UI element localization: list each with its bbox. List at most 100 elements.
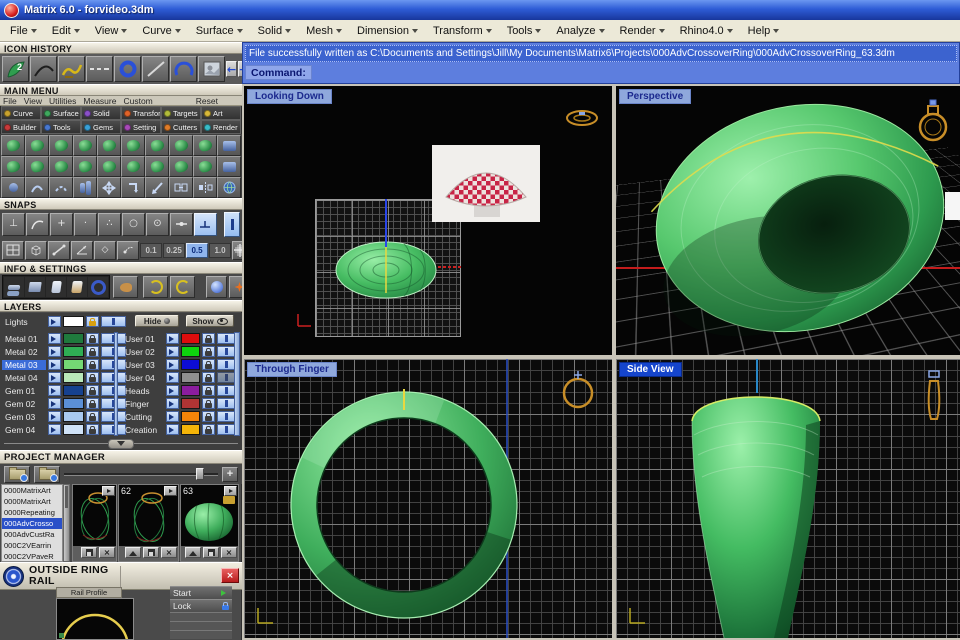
scale-tool-icon[interactable] <box>145 177 169 198</box>
tab-art[interactable]: Art <box>201 106 241 120</box>
layer-arrow-button[interactable] <box>166 346 179 357</box>
show-button[interactable]: Show <box>186 315 234 327</box>
menu-curve[interactable]: Curve <box>142 25 180 37</box>
restore-version-button[interactable] <box>185 547 201 558</box>
surface-tool-icon[interactable] <box>145 135 169 156</box>
toggle-tool-icon[interactable] <box>217 135 241 156</box>
mesh-tool-icon[interactable] <box>1 156 25 177</box>
mesh-tool-icon[interactable] <box>193 156 217 177</box>
lock-icon[interactable] <box>86 316 99 327</box>
save-version-button[interactable] <box>143 547 159 558</box>
tab-targets[interactable]: Targets <box>161 106 201 120</box>
lock-icon[interactable] <box>86 372 99 383</box>
layer-visibility-toggle[interactable] <box>217 359 235 370</box>
lock-icon[interactable] <box>86 385 99 396</box>
surface-tool-icon[interactable] <box>25 135 49 156</box>
layer-arrow-button[interactable] <box>48 316 61 327</box>
tab-render[interactable]: Render <box>201 120 241 134</box>
delete-version-button[interactable]: × <box>221 547 237 558</box>
lock-icon[interactable] <box>202 372 215 383</box>
viewport-looking-down[interactable]: Looking Down <box>244 86 612 355</box>
thumbnail-play-button[interactable] <box>164 486 177 496</box>
snap-intersection-icon[interactable]: + <box>50 213 73 236</box>
menu-surface[interactable]: Surface <box>196 25 243 37</box>
lock-icon[interactable] <box>202 333 215 344</box>
layer-arrow-button[interactable] <box>48 346 61 357</box>
layer-label[interactable]: Lights <box>2 317 46 327</box>
layer-arrow-button[interactable] <box>166 359 179 370</box>
layer-arrow-button[interactable] <box>166 411 179 422</box>
menu-solid[interactable]: Solid <box>258 25 291 37</box>
layer-arrow-button[interactable] <box>48 385 61 396</box>
layer-visibility-toggle[interactable] <box>217 411 235 422</box>
arc-tool-icon[interactable] <box>49 177 73 198</box>
save-version-button[interactable] <box>203 547 219 558</box>
menu-file[interactable]: File <box>10 25 37 37</box>
grid-size-0.5[interactable]: 0.5 <box>186 243 208 258</box>
builder-lock-row[interactable]: Lock <box>170 599 232 612</box>
layer-color-swatch[interactable] <box>63 398 84 409</box>
layer-arrow-button[interactable] <box>166 424 179 435</box>
box-properties-icon[interactable] <box>25 277 45 297</box>
mainmenu-utilities[interactable]: Utilities <box>49 96 76 106</box>
lock-icon[interactable] <box>202 346 215 357</box>
notes-icon[interactable] <box>46 277 66 297</box>
tab-builder[interactable]: Builder <box>1 120 41 134</box>
mesh-tool-icon[interactable] <box>25 156 49 177</box>
lock-icon[interactable] <box>202 411 215 422</box>
menu-mesh[interactable]: Mesh <box>306 25 342 37</box>
layer-visibility-toggle[interactable] <box>101 316 126 327</box>
tab-transform[interactable]: Transform <box>121 106 161 120</box>
snap-circle-icon[interactable]: ○ <box>122 213 145 236</box>
restore-version-button[interactable] <box>125 547 141 558</box>
sphere-tool-icon[interactable] <box>121 156 145 177</box>
surface-tool-icon[interactable] <box>97 135 121 156</box>
main-menu-header[interactable]: MAIN MENU <box>0 84 242 96</box>
surface-2-icon[interactable]: 2 <box>2 56 29 82</box>
mainmenu-file[interactable]: File <box>3 96 17 106</box>
list-item[interactable]: 000C2VEarrin <box>2 540 62 551</box>
tab-surface[interactable]: Surface <box>41 106 81 120</box>
mainmenu-custom[interactable]: Custom <box>123 96 152 106</box>
menu-render[interactable]: Render <box>620 25 665 37</box>
lock-icon[interactable] <box>86 424 99 435</box>
layer-visibility-toggle[interactable] <box>217 372 235 383</box>
snap-point-icon[interactable]: · <box>74 213 97 236</box>
layer-arrow-button[interactable] <box>166 385 179 396</box>
mesh-tool-icon[interactable] <box>145 156 169 177</box>
delete-version-button[interactable]: × <box>161 547 177 558</box>
surface-tool-icon[interactable] <box>169 135 193 156</box>
menu-view[interactable]: View <box>95 25 128 37</box>
tab-curve[interactable]: Curve <box>1 106 41 120</box>
lock-icon[interactable] <box>202 424 215 435</box>
list-item[interactable]: 000C2VPaveR <box>2 551 62 562</box>
project-thumbnail-62[interactable]: 62 × <box>118 484 179 562</box>
mainmenu-reset-button[interactable]: Reset <box>196 96 218 106</box>
grid-size-0.25[interactable]: 0.25 <box>163 243 185 258</box>
layer-arrow-button[interactable] <box>166 333 179 344</box>
thumbnail-size-slider[interactable] <box>64 467 218 481</box>
snap-near-icon[interactable]: ∴ <box>98 213 121 236</box>
surface-tool-icon[interactable] <box>193 135 217 156</box>
snap-ortho-button[interactable] <box>224 212 240 237</box>
mainmenu-view[interactable]: View <box>24 96 42 106</box>
project-thumbnail-63[interactable]: 63 × <box>180 484 239 562</box>
lock-icon[interactable] <box>202 398 215 409</box>
layer-arrow-button[interactable] <box>166 398 179 409</box>
lock-icon[interactable] <box>86 411 99 422</box>
hide-button[interactable]: Hide <box>135 315 179 327</box>
lock-icon[interactable] <box>202 385 215 396</box>
layer-color-swatch[interactable] <box>181 372 200 383</box>
points-tool-icon[interactable] <box>1 177 25 198</box>
snaps-header[interactable]: SNAPS <box>0 198 242 210</box>
matrix-6-icon[interactable] <box>88 277 108 297</box>
menu-analyze[interactable]: Analyze <box>556 25 604 37</box>
layer-arrow-button[interactable] <box>48 333 61 344</box>
globe-tool-icon[interactable] <box>217 177 241 198</box>
layer-color-swatch[interactable] <box>63 424 84 435</box>
layer-visibility-toggle[interactable] <box>217 424 235 435</box>
move-tool-icon[interactable] <box>97 177 121 198</box>
layer-color-swatch[interactable] <box>181 385 200 396</box>
file-list-scrollbar[interactable] <box>63 484 70 562</box>
viewport-side-view[interactable]: Side View <box>616 359 960 638</box>
